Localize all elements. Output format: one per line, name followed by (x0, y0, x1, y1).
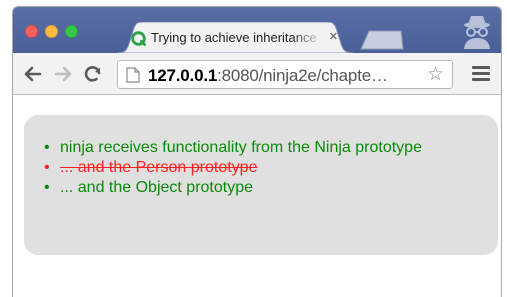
new-tab-button[interactable] (359, 30, 405, 50)
results-panel: • ninja receives functionality from the N… (24, 115, 498, 255)
result-text: ... and the Object prototype (60, 179, 254, 196)
forward-icon[interactable] (53, 64, 73, 84)
tab-close-icon[interactable]: × (329, 28, 338, 46)
back-icon[interactable] (23, 64, 43, 84)
result-item-fail: • ... and the Person prototype (44, 158, 484, 178)
reload-icon[interactable] (83, 64, 103, 84)
results-list: • ninja receives functionality from the N… (44, 138, 484, 198)
url-path: :8080/ninja2e/chapte… (217, 66, 388, 85)
browser-toolbar: 127.0.0.1:8080/ninja2e/chapte… ☆ (13, 53, 501, 95)
minimize-window-button[interactable] (45, 25, 58, 38)
result-item-pass: • ninja receives functionality from the N… (44, 138, 484, 158)
result-item-pass: • ... and the Object prototype (44, 178, 484, 198)
incognito-icon (464, 16, 490, 49)
tab-active[interactable]: Trying to achieve inheritance × (117, 22, 353, 53)
page-content: • ninja receives functionality from the N… (13, 96, 501, 297)
bullet: • (44, 159, 50, 176)
maximize-window-button[interactable] (65, 25, 78, 38)
bookmark-star-icon[interactable]: ☆ (427, 65, 444, 85)
address-bar[interactable]: 127.0.0.1:8080/ninja2e/chapte… ☆ (117, 60, 453, 89)
tab-strip: Trying to achieve inheritance × (13, 7, 501, 53)
bullet: • (44, 179, 50, 196)
url-host: 127.0.0.1 (148, 66, 218, 85)
result-text: ninja receives functionality from the Ni… (60, 139, 422, 156)
bullet: • (44, 139, 50, 156)
page-icon (126, 67, 140, 83)
url-text: 127.0.0.1:8080/ninja2e/chapte… (148, 66, 388, 86)
result-text: ... and the Person prototype (60, 159, 258, 176)
browser-window: Trying to achieve inheritance × 127.0.0.… (12, 6, 502, 297)
menu-icon[interactable] (472, 66, 490, 82)
close-window-button[interactable] (25, 25, 38, 38)
tab-title: Trying to achieve inheritance (151, 30, 317, 45)
qunit-icon (131, 31, 146, 46)
